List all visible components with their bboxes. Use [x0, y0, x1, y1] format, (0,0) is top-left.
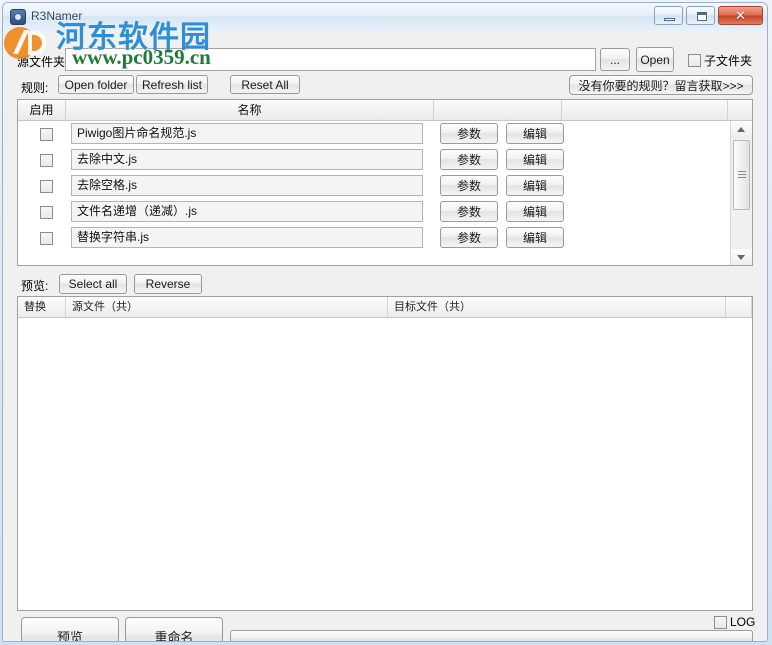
maximize-icon: [697, 12, 707, 21]
table-row: Piwigo图片命名规范.js 参数 编辑: [18, 121, 730, 147]
rule-edit-button[interactable]: 编辑: [506, 227, 564, 248]
rule-name-field[interactable]: 替换字符串.js: [71, 227, 423, 248]
browse-button[interactable]: ...: [600, 48, 630, 71]
preview-col-extra: [726, 297, 752, 317]
minimize-icon: [664, 18, 675, 21]
log-checkbox[interactable]: LOG: [714, 615, 755, 629]
rules-table: 启用 名称 Piwigo图片命名规范.js 参数 编辑 去除中文.js 参数 编辑 去除空格…: [17, 99, 753, 266]
open-button[interactable]: Open: [636, 47, 674, 72]
preview-button[interactable]: 预览: [21, 617, 119, 641]
maximize-button[interactable]: [686, 6, 715, 25]
rule-enable-checkbox[interactable]: [40, 128, 53, 141]
progress-bar: [230, 630, 753, 641]
rules-table-body: Piwigo图片命名规范.js 参数 编辑 去除中文.js 参数 编辑 去除空格.js 参数编…: [18, 121, 730, 265]
refresh-list-button[interactable]: Refresh list: [136, 75, 208, 94]
close-icon: ✕: [735, 8, 746, 23]
rule-params-button[interactable]: 参数: [440, 175, 498, 196]
rule-params-button[interactable]: 参数: [440, 201, 498, 222]
minimize-button[interactable]: [654, 6, 683, 25]
client-area: 源文件夹: ... Open 子文件夹 规则: Open folder Refr…: [3, 31, 767, 641]
rules-col-edit: [562, 100, 728, 120]
window-title: R3Namer: [31, 9, 83, 23]
table-row: 文件名递增（递减）.js 参数 编辑: [18, 199, 730, 225]
subfolder-checkbox[interactable]: 子文件夹: [688, 52, 752, 69]
subfolder-checkbox-box[interactable]: [688, 54, 701, 67]
rule-enable-checkbox[interactable]: [40, 180, 53, 193]
scroll-up-icon[interactable]: [731, 121, 752, 138]
source-folder-label: 源文件夹:: [17, 55, 69, 69]
preview-col-target: 目标文件（共）: [388, 297, 726, 317]
table-row: 去除中文.js 参数 编辑: [18, 147, 730, 173]
reset-all-button[interactable]: Reset All: [230, 75, 300, 94]
rules-col-name: 名称: [66, 100, 434, 120]
close-button[interactable]: ✕: [718, 6, 763, 25]
get-rules-button[interactable]: 没有你要的规则？留言获取>>>: [569, 75, 753, 95]
preview-col-source: 源文件（共）: [66, 297, 388, 317]
rule-edit-button[interactable]: 编辑: [506, 175, 564, 196]
preview-table: 替换 源文件（共） 目标文件（共）: [17, 296, 753, 611]
rule-name-field[interactable]: 去除中文.js: [71, 149, 423, 170]
rule-name-field[interactable]: 文件名递增（递减）.js: [71, 201, 423, 222]
rename-button[interactable]: 重命名: [125, 617, 223, 641]
rules-scrollbar-thumb[interactable]: [733, 140, 750, 210]
rule-params-button[interactable]: 参数: [440, 149, 498, 170]
app-icon: [10, 9, 26, 25]
source-folder-input[interactable]: [65, 48, 596, 71]
preview-table-header: 替换 源文件（共） 目标文件（共）: [18, 297, 752, 318]
rule-params-button[interactable]: 参数: [440, 123, 498, 144]
preview-col-replace: 替换: [18, 297, 66, 317]
rule-params-button[interactable]: 参数: [440, 227, 498, 248]
rule-edit-button[interactable]: 编辑: [506, 149, 564, 170]
rules-col-enabled: 启用: [18, 100, 66, 120]
table-row: 替换字符串.js 参数 编辑: [18, 225, 730, 251]
rules-col-params: [434, 100, 562, 120]
app-window: R3Namer ✕ 源文件夹: ... Open 子文件夹 规则: Open f…: [0, 0, 772, 645]
log-checkbox-box[interactable]: [714, 615, 727, 629]
rules-label: 规则:: [21, 81, 49, 95]
rule-enable-checkbox[interactable]: [40, 154, 53, 167]
window-controls: ✕: [654, 6, 763, 25]
table-row: 去除空格.js 参数 编辑: [18, 173, 730, 199]
log-checkbox-label: LOG: [730, 615, 756, 629]
preview-label: 预览:: [21, 279, 49, 293]
rule-name-field[interactable]: Piwigo图片命名规范.js: [71, 123, 423, 144]
rule-enable-checkbox[interactable]: [40, 232, 53, 245]
window-frame: R3Namer ✕ 源文件夹: ... Open 子文件夹 规则: Open f…: [2, 2, 768, 642]
subfolder-checkbox-label: 子文件夹: [704, 54, 753, 68]
reverse-button[interactable]: Reverse: [134, 274, 202, 294]
select-all-button[interactable]: Select all: [59, 274, 127, 294]
title-bar[interactable]: R3Namer ✕: [3, 3, 767, 32]
scrollbar-grip-icon: [738, 171, 746, 178]
rule-edit-button[interactable]: 编辑: [506, 201, 564, 222]
rules-scrollbar[interactable]: [730, 121, 752, 265]
rules-table-header: 启用 名称: [18, 100, 752, 121]
rule-edit-button[interactable]: 编辑: [506, 123, 564, 144]
scroll-down-icon[interactable]: [731, 249, 752, 265]
rule-enable-checkbox[interactable]: [40, 206, 53, 219]
open-folder-button[interactable]: Open folder: [58, 75, 134, 94]
rule-name-field[interactable]: 去除空格.js: [71, 175, 423, 196]
